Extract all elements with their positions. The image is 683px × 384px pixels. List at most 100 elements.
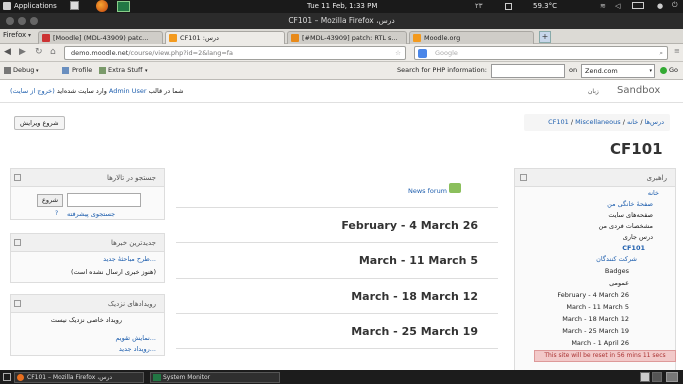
temperature[interactable]: 59.3°C — [533, 2, 557, 10]
block-collapse-icon[interactable] — [520, 174, 527, 181]
power-icon[interactable]: ⏻ — [672, 1, 678, 10]
user-link[interactable]: Admin User — [109, 87, 147, 95]
nav-week-1[interactable]: February - 4 March 26 — [557, 291, 629, 299]
forum-search-button[interactable]: شروع — [37, 194, 64, 207]
battery-icon[interactable] — [632, 2, 644, 9]
week-section-partial[interactable] — [176, 348, 498, 370]
nav-my-home[interactable]: صفحهٔ خانگی من — [607, 200, 653, 208]
new-tab-icon[interactable]: + — [539, 31, 551, 43]
edit-mode-button[interactable]: شروع ویرایش — [14, 116, 65, 130]
nav-general[interactable]: عمومی — [609, 279, 629, 287]
php-search-label: Search for PHP information: — [397, 66, 487, 74]
workspace-2[interactable] — [652, 372, 662, 382]
applications-menu[interactable]: Applications — [14, 2, 57, 10]
nav-week-4[interactable]: March - 25 March 19 — [562, 327, 629, 335]
firefox-task-icon — [17, 374, 24, 381]
tab-moodle-tracker[interactable]: [Moodle] (MDL-43909) patc... — [38, 31, 163, 44]
go-icon[interactable] — [660, 67, 667, 74]
firefox-menu-button[interactable]: Firefox — [3, 31, 26, 39]
url-bar[interactable]: demo.moodle.net/course/view.php?id=2&lan… — [64, 46, 406, 60]
search-engine-icon[interactable] — [418, 49, 427, 58]
tab-cf101[interactable]: CF101 :درس — [165, 31, 285, 44]
debug-menu[interactable]: Debug — [13, 66, 34, 74]
nav-site-pages[interactable]: صفحه‌های سایت — [608, 211, 653, 219]
forum-icon — [449, 183, 461, 193]
extra-stuff-chevron-icon[interactable]: ▾ — [145, 68, 148, 74]
nav-home[interactable]: خانه — [648, 189, 659, 197]
tab-mdl-patch[interactable]: [#MDL-43909] patch: RTL s... — [287, 31, 407, 44]
week-section[interactable]: March - 25 March 19 — [176, 313, 498, 348]
reset-notice: This site will be reset in 56 mins 11 se… — [534, 350, 676, 362]
clock[interactable]: Tue 11 Feb, 1:33 PM — [307, 2, 377, 10]
profile-link[interactable]: Profile — [72, 66, 92, 74]
keyboard-layout[interactable]: ۲۳ — [475, 2, 483, 10]
debug-chevron-icon[interactable]: ▾ — [36, 68, 39, 74]
bookmarks-toolbar: Debug ▾ Profile Extra Stuff ▾ Search for… — [0, 62, 683, 80]
calendar-link[interactable]: نمایش تقویم... — [115, 334, 156, 342]
forum-search-input[interactable] — [67, 193, 141, 207]
window-minimize-icon[interactable] — [18, 17, 26, 25]
news-forum-link[interactable]: News forum — [408, 187, 447, 195]
nav-current-course[interactable]: درس جاری — [623, 233, 653, 241]
breadcrumb-courses[interactable]: درس‌ها — [645, 118, 664, 126]
language-menu[interactable]: زبان — [588, 88, 599, 95]
forum-search-title: جستجو در تالارها — [11, 169, 164, 187]
nav-week-3[interactable]: March - 18 March 12 — [562, 315, 629, 323]
nav-cf101[interactable]: CF101 — [622, 244, 645, 252]
taskbar-system-monitor[interactable]: System Monitor — [150, 372, 280, 383]
php-search-input[interactable] — [491, 64, 565, 78]
search-bar[interactable]: Google ⌕ — [414, 46, 668, 60]
trash-icon[interactable] — [666, 372, 678, 382]
help-icon[interactable]: ? — [55, 210, 58, 217]
breadcrumb-home[interactable]: خانه — [627, 118, 638, 126]
breadcrumb: CF101 / Miscellaneous / درس‌ها / خانه — [524, 114, 670, 131]
screen-icon[interactable] — [70, 1, 79, 10]
tab-moodle-org[interactable]: Moodle.org — [409, 31, 534, 44]
firefox-launcher-icon[interactable] — [96, 0, 108, 12]
forward-icon[interactable]: ▶ — [19, 47, 26, 57]
php-site-select[interactable]: Zend.com ▾ — [581, 64, 655, 78]
php-on-label: on — [569, 66, 578, 74]
week-section[interactable]: March - 11 March 5 — [176, 242, 498, 277]
block-collapse-icon[interactable] — [14, 174, 21, 181]
week-section[interactable]: February - 4 March 26 — [176, 207, 498, 242]
debug-icon — [4, 67, 11, 74]
block-collapse-icon[interactable] — [14, 300, 21, 307]
nav-badges[interactable]: Badges — [605, 267, 629, 275]
window-maximize-icon[interactable] — [30, 17, 38, 25]
extra-stuff-menu[interactable]: Extra Stuff — [108, 66, 143, 74]
window-title: CF101 – Mozilla Firefox ،درس — [288, 16, 395, 25]
network-icon[interactable] — [505, 3, 512, 10]
firefox-menu-chevron-icon[interactable]: ▾ — [28, 32, 31, 39]
user-icon[interactable]: ● — [657, 2, 663, 10]
breadcrumb-cf101[interactable]: CF101 — [548, 118, 569, 126]
site-name[interactable]: Sandbox — [617, 85, 660, 96]
home-icon[interactable]: ⌂ — [50, 47, 56, 57]
nav-participants[interactable]: شرکت کنندگان — [596, 255, 637, 263]
block-collapse-icon[interactable] — [14, 239, 21, 246]
advanced-search-link[interactable]: جستجوی پیشرفته — [67, 210, 115, 218]
breadcrumb-misc[interactable]: Miscellaneous — [575, 118, 621, 126]
system-monitor-launcher-icon[interactable] — [117, 1, 130, 12]
taskbar-firefox[interactable]: CF101 – Mozilla Firefox ،درس — [14, 372, 144, 383]
week-section[interactable]: March - 18 March 12 — [176, 278, 498, 313]
search-icon[interactable]: ⌕ — [659, 47, 663, 59]
no-events-text: رویداد خاصی نزدیک نیست — [50, 316, 122, 324]
go-button[interactable]: Go — [669, 66, 678, 74]
wifi-icon[interactable]: ≋ — [600, 2, 606, 10]
applications-icon — [3, 2, 11, 10]
reload-icon[interactable]: ↻ — [35, 47, 43, 57]
logout-link[interactable]: (خروج از سایت) — [10, 87, 55, 95]
new-event-link[interactable]: رویداد جدید... — [119, 345, 156, 353]
nav-my-profile[interactable]: مشخصات فردی من — [599, 222, 653, 230]
nav-week-2[interactable]: March - 11 March 5 — [566, 303, 629, 311]
nav-week-5[interactable]: March - 1 April 26 — [571, 339, 629, 347]
volume-icon[interactable]: ◁ — [615, 2, 620, 10]
bookmark-star-icon[interactable]: ☆ — [395, 47, 401, 59]
menu-icon[interactable]: ≡ — [674, 47, 680, 55]
show-desktop-icon[interactable] — [3, 373, 11, 381]
workspace-1[interactable] — [640, 372, 650, 382]
back-icon[interactable]: ◀ — [4, 47, 11, 57]
window-close-icon[interactable] — [6, 17, 14, 25]
add-topic-link[interactable]: طرح مباحثهٔ جدید... — [103, 255, 156, 263]
